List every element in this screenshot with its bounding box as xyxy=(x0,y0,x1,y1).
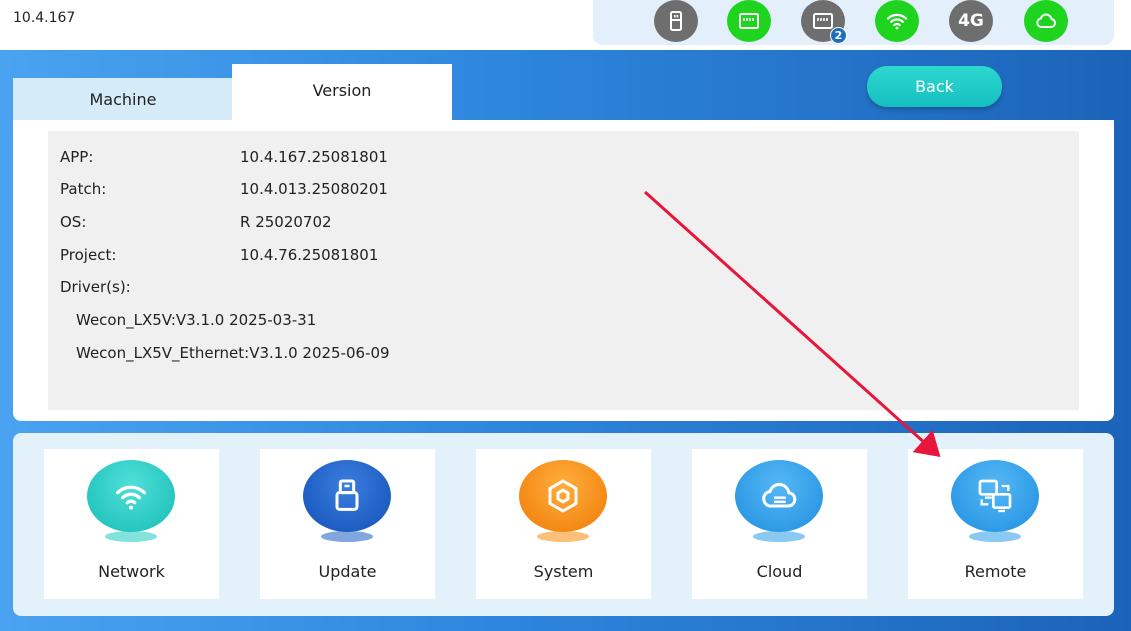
icon-shadow xyxy=(969,531,1021,542)
back-button[interactable]: Back xyxy=(867,66,1002,107)
version-info-panel: APP: 10.4.167.25081801 Patch: 10.4.013.2… xyxy=(13,120,1114,421)
remote-button[interactable]: Remote xyxy=(908,449,1083,599)
ethernet-icon xyxy=(727,0,771,42)
icon-shadow xyxy=(537,531,589,542)
os-key: OS: xyxy=(60,213,87,231)
ethernet-2-icon: 2 xyxy=(801,0,847,44)
tab-version[interactable]: Version xyxy=(232,64,452,120)
project-key: Project: xyxy=(60,246,117,264)
usb-drive-icon xyxy=(303,460,391,532)
drivers-key: Driver(s): xyxy=(60,278,131,296)
system-button[interactable]: System xyxy=(476,449,651,599)
os-value: R 25020702 xyxy=(240,213,332,231)
update-button[interactable]: Update xyxy=(260,449,435,599)
icon-shadow xyxy=(105,531,157,542)
wifi-icon xyxy=(875,0,919,42)
patch-key: Patch: xyxy=(60,180,107,198)
network-label: Network xyxy=(98,562,165,581)
cloud-button[interactable]: Cloud xyxy=(692,449,867,599)
network-button[interactable]: Network xyxy=(44,449,219,599)
driver-item: Wecon_LX5V_Ethernet:V3.1.0 2025-06-09 xyxy=(76,344,390,362)
app-key: APP: xyxy=(60,148,94,166)
icon-shadow xyxy=(753,531,805,542)
remote-label: Remote xyxy=(964,562,1027,581)
hexagon-gear-icon xyxy=(519,460,607,532)
remote-screens-icon xyxy=(951,460,1039,532)
top-bar: 10.4.167 2 4G xyxy=(0,0,1131,50)
app-value: 10.4.167.25081801 xyxy=(240,148,388,166)
cloud-icon xyxy=(735,460,823,532)
version-info-box: APP: 10.4.167.25081801 Patch: 10.4.013.2… xyxy=(48,131,1079,410)
4g-icon: 4G xyxy=(949,0,993,42)
driver-item: Wecon_LX5V:V3.1.0 2025-03-31 xyxy=(76,311,317,329)
status-tray: 2 4G xyxy=(593,0,1114,45)
usb-icon xyxy=(654,0,698,42)
tab-machine[interactable]: Machine xyxy=(13,78,233,120)
update-label: Update xyxy=(318,562,377,581)
patch-value: 10.4.013.25080201 xyxy=(240,180,388,198)
system-label: System xyxy=(533,562,594,581)
ip-label: 10.4.167 xyxy=(13,10,76,26)
4g-label: 4G xyxy=(958,11,984,31)
wifi-icon xyxy=(87,460,175,532)
ethernet-count-badge: 2 xyxy=(830,27,847,44)
cloud-icon xyxy=(1024,0,1068,42)
project-value: 10.4.76.25081801 xyxy=(240,246,379,264)
icon-shadow xyxy=(321,531,373,542)
cloud-label: Cloud xyxy=(756,562,803,581)
